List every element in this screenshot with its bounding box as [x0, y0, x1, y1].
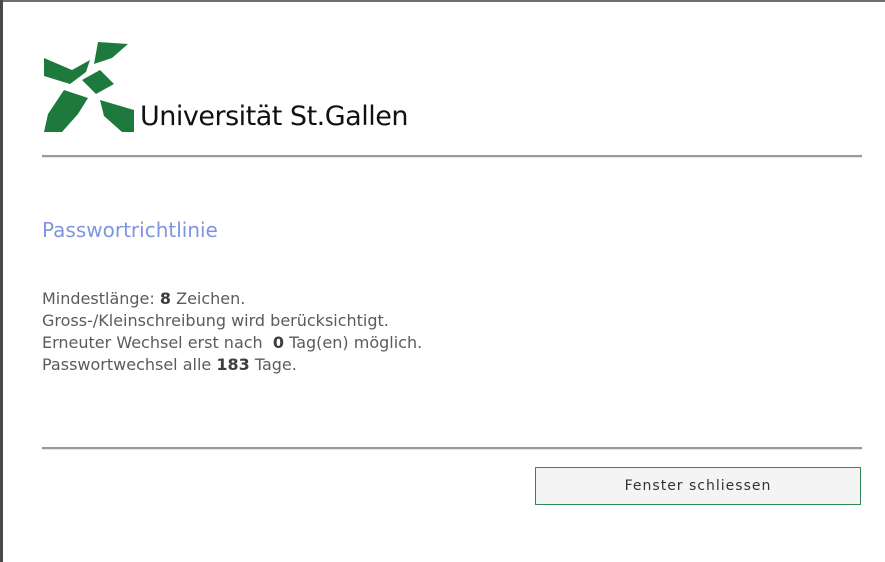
change-interval-value: 0 — [272, 333, 284, 352]
university-name: Universität St.Gallen — [140, 101, 408, 132]
window-frame-top — [0, 0, 885, 2]
policy-change-interval: Erneuter Wechsel erst nach 0 Tag(en) mög… — [42, 333, 423, 352]
policy-expiry: Passwortwechsel alle 183 Tage. — [42, 355, 297, 374]
min-length-value: 8 — [159, 289, 172, 308]
divider-bottom — [42, 447, 862, 450]
policy-min-length: Mindestlänge: 8 Zeichen. — [42, 289, 246, 308]
university-logo: Universität St.Gallen — [42, 40, 408, 136]
expiry-days-value: 183 — [216, 355, 250, 374]
close-window-button[interactable]: Fenster schliessen — [535, 467, 861, 505]
window-frame-left — [0, 0, 3, 562]
divider-top — [42, 155, 862, 158]
policy-case-sensitivity: Gross-/Kleinschreibung wird berücksichti… — [42, 311, 389, 330]
hsg-logo-icon — [44, 42, 134, 132]
page-title: Passwortrichtlinie — [42, 218, 218, 242]
password-policy: Mindestlänge: 8 Zeichen. Gross-/Kleinsch… — [42, 288, 422, 376]
